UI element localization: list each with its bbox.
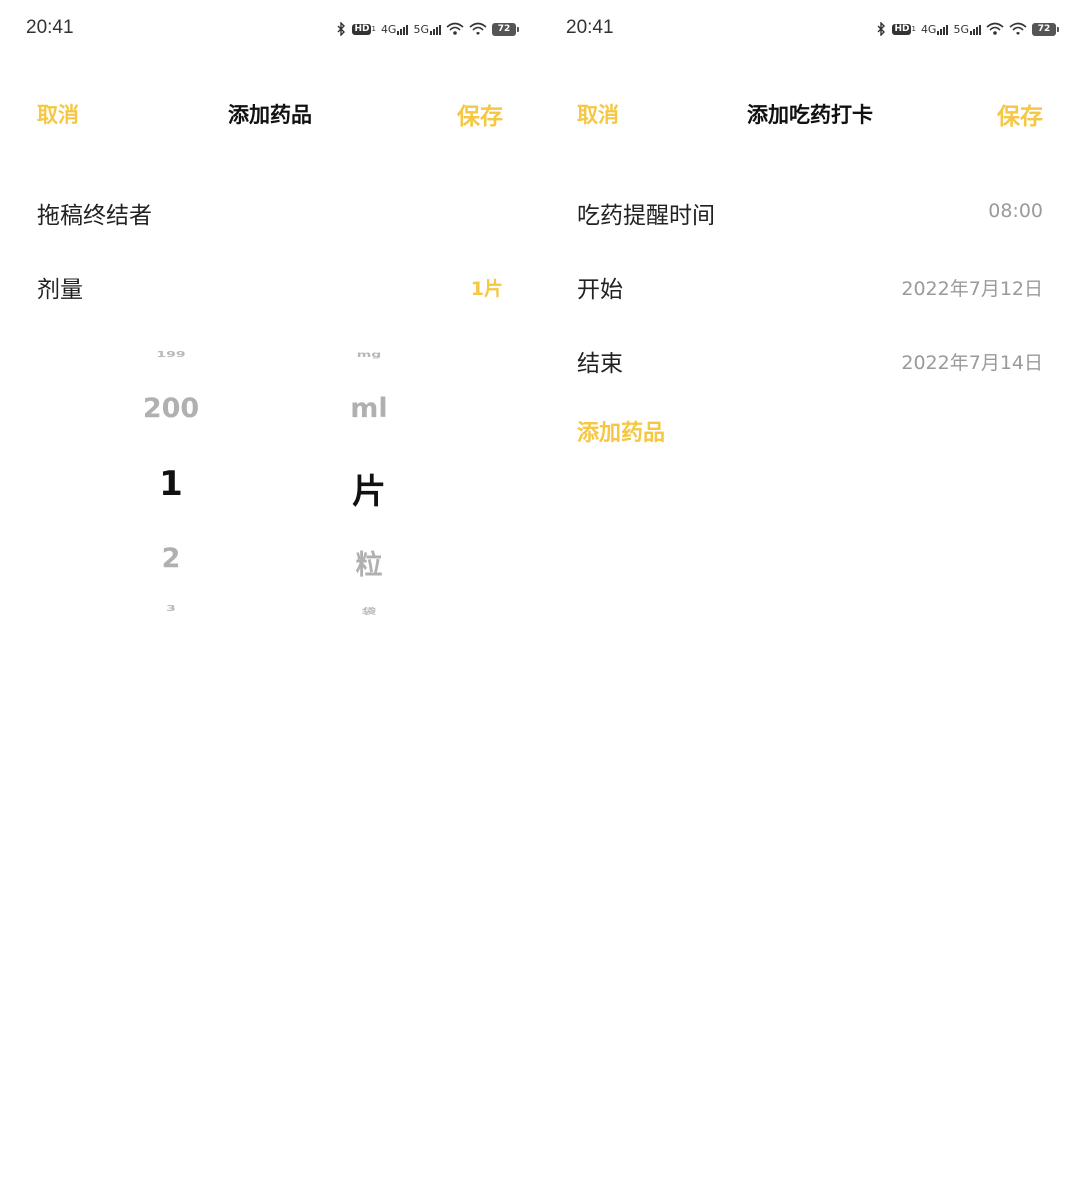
picker-option[interactable]: ml (269, 393, 469, 424)
hd-icon: HD 1 (892, 23, 916, 35)
picker-option[interactable]: 袋 (269, 606, 469, 617)
picker-option[interactable]: 200 (71, 393, 271, 424)
bluetooth-icon (876, 22, 887, 36)
add-medicine-screen: 20:41 HD 1 4G 5G 72 取消 添加药品 保存 拖稿终结者 剂量 1… (0, 0, 540, 1193)
end-date-value[interactable]: 2022年7月14日 (901, 348, 1043, 375)
status-bar: 20:41 HD 1 4G 5G 72 (0, 0, 540, 58)
dosage-picker[interactable]: 199 200 1 2 3 mg ml 片 粒 袋 (0, 335, 540, 635)
wifi-icon (469, 22, 487, 36)
picker-option[interactable]: 199 (71, 351, 271, 360)
hd-icon: HD 1 (352, 23, 376, 35)
picker-option[interactable]: 粒 (269, 543, 469, 582)
medicine-name-field[interactable]: 拖稿终结者 (37, 196, 152, 230)
signal-4g-icon: 4G (381, 24, 409, 35)
picker-selected-number[interactable]: 1 (71, 464, 271, 504)
reminder-time-value[interactable]: 08:00 (988, 200, 1043, 222)
add-checkin-screen: 20:41 HD 1 4G 5G 72 取消 添加吃药打卡 保存 吃药提醒时间 0… (540, 0, 1080, 1193)
picker-option[interactable]: 3 (71, 605, 271, 614)
picker-option[interactable]: 2 (71, 543, 271, 574)
reminder-time-label: 吃药提醒时间 (577, 203, 715, 229)
reminder-time-row[interactable]: 吃药提醒时间 08:00 (540, 186, 1080, 236)
picker-unit-column[interactable]: mg ml 片 粒 袋 (269, 335, 469, 635)
dosage-row[interactable]: 剂量 1片 (0, 260, 540, 310)
start-date-value[interactable]: 2022年7月12日 (901, 274, 1043, 301)
bluetooth-icon (336, 22, 347, 36)
dosage-label: 剂量 (37, 277, 83, 303)
dosage-value[interactable]: 1片 (471, 274, 503, 301)
signal-5g-icon: 5G (413, 24, 441, 35)
medicine-name-row[interactable]: 拖稿终结者 (0, 186, 540, 236)
status-icons: HD 1 4G 5G 72 (336, 19, 519, 39)
end-date-label: 结束 (577, 351, 623, 377)
status-time: 20:41 (26, 17, 74, 38)
signal-5g-icon: 5G (953, 24, 981, 35)
status-icons: HD 1 4G 5G 72 (876, 19, 1059, 39)
end-date-row[interactable]: 结束 2022年7月14日 (540, 334, 1080, 384)
save-button[interactable]: 保存 (997, 97, 1043, 131)
picker-number-column[interactable]: 199 200 1 2 3 (71, 335, 271, 635)
signal-4g-icon: 4G (921, 24, 949, 35)
add-medicine-button[interactable]: 添加药品 (577, 415, 665, 447)
start-date-row[interactable]: 开始 2022年7月12日 (540, 260, 1080, 310)
battery-icon: 72 (492, 22, 519, 36)
start-date-label: 开始 (577, 277, 623, 303)
picker-selected-unit[interactable]: 片 (269, 464, 469, 513)
hotspot-icon (986, 22, 1004, 36)
wifi-icon (1009, 22, 1027, 36)
battery-icon: 72 (1032, 22, 1059, 36)
nav-bar: 取消 添加吃药打卡 保存 (540, 82, 1080, 142)
status-time: 20:41 (566, 17, 614, 38)
picker-option[interactable]: mg (269, 351, 469, 360)
nav-bar: 取消 添加药品 保存 (0, 82, 540, 142)
status-bar: 20:41 HD 1 4G 5G 72 (540, 0, 1080, 58)
save-button[interactable]: 保存 (457, 97, 503, 131)
hotspot-icon (446, 22, 464, 36)
